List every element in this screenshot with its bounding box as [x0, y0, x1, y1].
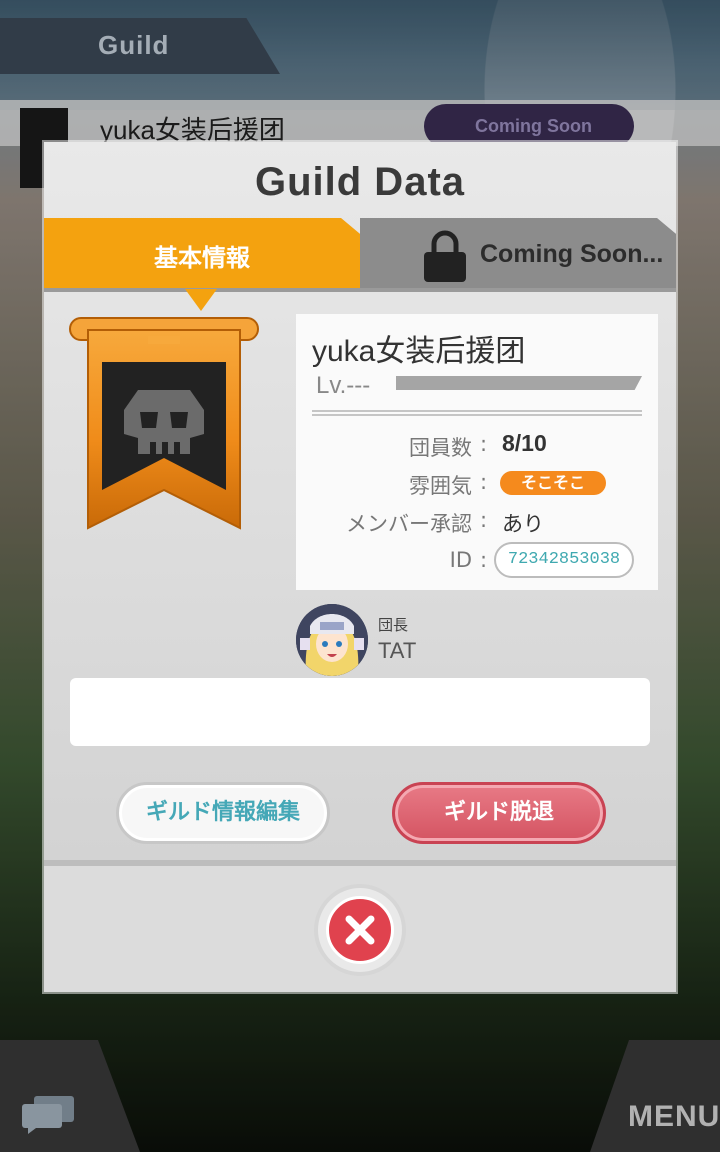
- members-label: 団員数: [409, 436, 472, 460]
- guild-id-colon: :: [480, 548, 488, 572]
- members-colon: :: [480, 432, 488, 456]
- close-icon: [345, 915, 375, 945]
- close-button[interactable]: [314, 884, 406, 976]
- member-approval-colon: :: [480, 508, 488, 532]
- card-divider: [312, 410, 642, 416]
- leave-guild-button[interactable]: ギルド脱退: [392, 782, 606, 844]
- modal-title: Guild Data: [254, 160, 466, 204]
- guild-data-modal: Guild Data 基本情報 Coming Soon... yuka女装后援团…: [44, 142, 676, 992]
- leader-portrait: [296, 604, 368, 676]
- atmosphere-badge: そこそこ: [500, 471, 606, 495]
- atmosphere-colon: :: [480, 470, 488, 494]
- leader-role: 団長: [378, 616, 409, 634]
- tab-active-pointer: [185, 289, 217, 311]
- leader-name: TAT: [378, 638, 417, 663]
- tab-basic-info-label: 基本情報: [154, 244, 250, 272]
- guild-id-label: ID: [449, 548, 472, 572]
- guild-id-value[interactable]: 72342853038: [494, 542, 634, 578]
- tab-divider: [44, 288, 676, 292]
- guild-comment-box: [70, 678, 650, 746]
- member-approval-value: あり: [502, 512, 544, 536]
- edit-guild-info-button[interactable]: ギルド情報編集: [116, 782, 330, 844]
- guild-name: yuka女装后援团: [312, 335, 526, 368]
- member-approval-label: メンバー承認: [346, 512, 472, 536]
- atmosphere-label: 雰囲気: [409, 474, 472, 498]
- guild-info-card: yuka女装后援团 Lv.--- 団員数 : 8/10 雰囲気 : そこそこ メ…: [296, 314, 658, 590]
- guild-level-bar: [396, 376, 642, 390]
- members-value: 8/10: [502, 430, 547, 456]
- guild-level: Lv.---: [316, 372, 371, 399]
- guild-emblem: [69, 317, 259, 530]
- tab-coming-soon-label: Coming Soon...: [480, 240, 664, 268]
- leader-avatar[interactable]: [296, 604, 368, 676]
- close-button-face: [326, 896, 394, 964]
- lock-icon: [424, 230, 466, 282]
